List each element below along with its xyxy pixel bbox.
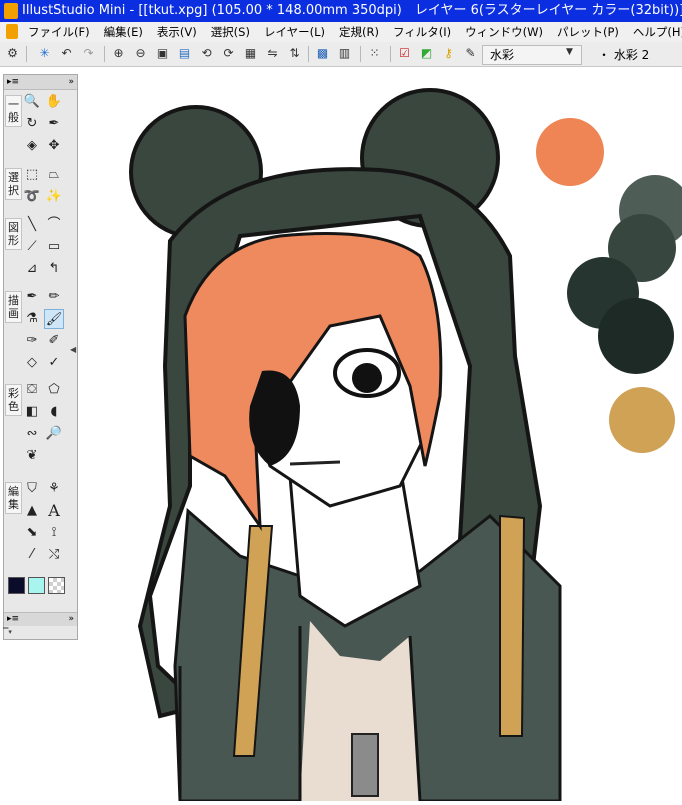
dotted-grid-icon[interactable]: ⁙ <box>366 45 383 62</box>
reset-rotate-icon[interactable]: ⟳ <box>220 45 237 62</box>
brush-size-label[interactable]: ・ 水彩 2 <box>598 46 649 63</box>
palette-color-blob <box>536 118 604 186</box>
palette-color-blob <box>609 387 675 453</box>
transparency-icon[interactable]: ▩ <box>314 45 331 62</box>
fit-window-icon[interactable]: ▤ <box>176 45 193 62</box>
chevron-down-icon[interactable]: ▼ <box>566 47 573 57</box>
zoom-out-icon[interactable]: ⊖ <box>132 45 149 62</box>
window-title: IllustStudio Mini - [[tkut.xpg] (105.00 … <box>22 3 682 18</box>
check-icon[interactable]: ☑ <box>396 45 413 62</box>
flip-vertical-icon[interactable]: ⇅ <box>286 45 303 62</box>
menu-layer[interactable]: レイヤー(L) <box>264 22 325 42</box>
title-bar: IllustStudio Mini - [[tkut.xpg] (105.00 … <box>0 0 682 22</box>
redo-icon[interactable]: ↷ <box>80 45 97 62</box>
app-icon <box>4 3 18 19</box>
right-pupil <box>352 363 382 393</box>
palette-color-blob <box>598 298 674 374</box>
grid-table-icon[interactable]: ▦ <box>242 45 259 62</box>
color-icon[interactable]: ◩ <box>418 45 435 62</box>
menu-filter[interactable]: フィルタ(I) <box>393 22 451 42</box>
flip-horizontal-icon[interactable]: ⇋ <box>264 45 281 62</box>
toolbar-separator <box>390 46 391 62</box>
toolbar: ⚙ ✳ ↶ ↷ ⊕ ⊖ ▣ ▤ ⟲ ⟳ ▦ ⇋ ⇅ ▩ ▥ ⁙ ☑ ◩ ⚷ ✎ … <box>0 42 682 67</box>
menu-file[interactable]: ファイル(F) <box>28 22 90 42</box>
toolbar-separator <box>360 46 361 62</box>
rotate-view-icon[interactable]: ⟲ <box>198 45 215 62</box>
loading-spinner-icon[interactable]: ✳ <box>36 45 53 62</box>
brush-tool-icon[interactable]: ✎ <box>462 45 479 62</box>
key-icon[interactable]: ⚷ <box>440 45 457 62</box>
brush-name: 水彩 <box>490 48 515 62</box>
menu-view[interactable]: 表示(V) <box>157 22 197 42</box>
document-icon[interactable] <box>6 24 18 39</box>
actual-size-icon[interactable]: ▣ <box>154 45 171 62</box>
suspender-right <box>499 514 526 737</box>
toolbar-separator <box>26 46 27 62</box>
zoom-in-icon[interactable]: ⊕ <box>110 45 127 62</box>
menu-edit[interactable]: 編集(E) <box>104 22 143 42</box>
mouth <box>289 460 341 466</box>
menu-ruler[interactable]: 定規(R) <box>339 22 379 42</box>
menu-select[interactable]: 選択(S) <box>211 22 250 42</box>
undo-icon[interactable]: ↶ <box>58 45 75 62</box>
drawing-canvas[interactable] <box>0 66 682 803</box>
settings-gear-icon[interactable]: ⚙ <box>4 45 21 62</box>
selection-display-icon[interactable]: ▥ <box>336 45 353 62</box>
toolbar-separator <box>308 46 309 62</box>
menu-bar: ファイル(F) 編集(E) 表示(V) 選択(S) レイヤー(L) 定規(R) … <box>0 22 682 42</box>
menu-palette[interactable]: パレット(P) <box>557 22 619 42</box>
zipper-pull <box>351 733 379 797</box>
menu-window[interactable]: ウィンドウ(W) <box>465 22 543 42</box>
artwork <box>129 88 682 803</box>
menu-help[interactable]: ヘルプ(H) <box>633 22 682 42</box>
toolbar-separator <box>104 46 105 62</box>
